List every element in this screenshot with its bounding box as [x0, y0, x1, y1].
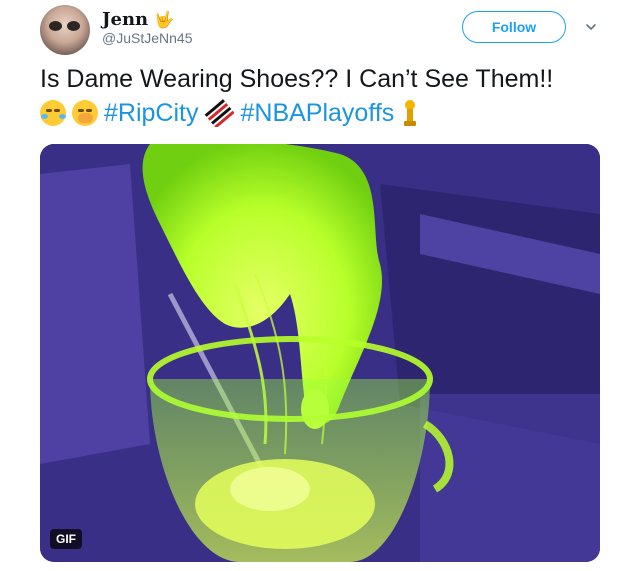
chevron-down-icon[interactable]	[585, 21, 597, 33]
display-name[interactable]: Jenn	[102, 9, 148, 30]
tweet-text: Is Dame Wearing Shoes?? I Can’t See Them…	[40, 62, 630, 130]
gif-media[interactable]: GIF	[40, 144, 600, 562]
hashtag-ripcity[interactable]: #RipCity	[104, 96, 198, 130]
avatar[interactable]	[40, 5, 90, 55]
rolling-laughing-emoji-icon	[40, 100, 66, 126]
user-handle[interactable]: @JuStJeNn45	[102, 30, 192, 46]
slime-gif-frame	[40, 144, 600, 562]
trail-blazers-logo-icon	[204, 99, 235, 127]
rock-hand-icon: 🤟	[154, 11, 175, 29]
tweet-emoji-hashtags: #RipCity #NBAPlayoffs	[40, 96, 630, 130]
name-row: Jenn 🤟	[102, 9, 174, 30]
sunglasses-graphic	[49, 21, 81, 31]
gif-badge: GIF	[50, 529, 82, 549]
hand-over-mouth-emoji-icon	[72, 100, 98, 126]
tweet-body: Is Dame Wearing Shoes?? I Can’t See Them…	[40, 65, 554, 93]
follow-button[interactable]: Follow	[462, 11, 566, 43]
hashtag-nbaplayoffs[interactable]: #NBAPlayoffs	[240, 96, 394, 130]
trophy-icon	[404, 100, 417, 126]
